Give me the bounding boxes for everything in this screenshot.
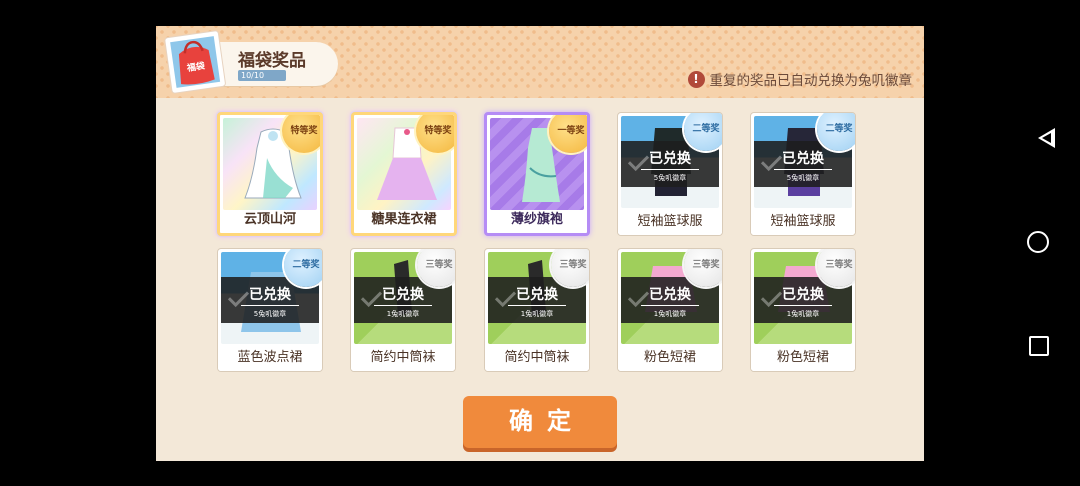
redeemed-detail: 5兔叽徽章 (786, 174, 820, 182)
redeemed-detail: 5兔叽徽章 (253, 310, 287, 318)
lucky-bag-icon: 福袋 (164, 30, 226, 94)
tier-badge: 一等奖 (549, 115, 587, 153)
prize-card[interactable]: 已兑换 1兔叽徽章 三等奖 简约中筒袜 (484, 248, 590, 372)
prize-card[interactable]: 已兑换 5兔叽徽章 二等奖 短袖篮球服 (750, 112, 856, 236)
prize-name: 糖果连衣裙 (371, 212, 437, 227)
redeemed-label: 已兑换 (641, 284, 699, 306)
prize-card[interactable]: 已兑换 5兔叽徽章 二等奖 短袖篮球服 (617, 112, 723, 236)
prize-name: 简约中筒袜 (351, 345, 455, 371)
redeemed-label: 已兑换 (641, 148, 699, 170)
recent-apps-icon[interactable] (1029, 336, 1049, 356)
prize-name: 粉色短裙 (618, 345, 722, 371)
redeemed-label: 已兑换 (774, 284, 832, 306)
progress-bar: 10/10 (238, 70, 286, 81)
prize-name: 短袖篮球服 (618, 209, 722, 235)
redeemed-label: 已兑换 (508, 284, 566, 306)
tier-badge: 特等奖 (416, 115, 454, 153)
redeemed-label: 已兑换 (774, 148, 832, 170)
notice-text: 重复的奖品已自动兑换为兔叽徽章 (709, 73, 913, 89)
redeemed-label: 已兑换 (374, 284, 432, 306)
prize-panel: 福袋奖品 10/10 福袋 ! 重复的奖品已自动兑换为兔叽徽章 特等奖 云顶山河 (156, 26, 924, 461)
prize-name: 蓝色波点裙 (218, 345, 322, 371)
home-icon[interactable] (1027, 231, 1049, 253)
android-nav-bar (1000, 0, 1080, 486)
redeemed-detail: 1兔叽徽章 (653, 310, 687, 318)
prize-card[interactable]: 特等奖 云顶山河 (217, 112, 323, 236)
redeemed-detail: 1兔叽徽章 (520, 310, 554, 318)
prize-name: 简约中筒袜 (485, 345, 589, 371)
prize-card[interactable]: 已兑换 1兔叽徽章 三等奖 粉色短裙 (617, 248, 723, 372)
prize-name: 短袖篮球服 (751, 209, 855, 235)
confirm-button[interactable]: 确定 (463, 396, 617, 448)
page-title: 福袋奖品 (238, 51, 306, 71)
prize-card[interactable]: 已兑换 5兔叽徽章 二等奖 蓝色波点裙 (217, 248, 323, 372)
prize-card[interactable]: 已兑换 1兔叽徽章 三等奖 粉色短裙 (750, 248, 856, 372)
prize-card[interactable]: 特等奖 糖果连衣裙 (351, 112, 457, 236)
prize-card[interactable]: 一等奖 薄纱旗袍 (484, 112, 590, 236)
exclamation-icon: ! (687, 70, 705, 88)
prize-name: 云顶山河 (243, 212, 296, 227)
redeemed-detail: 5兔叽徽章 (653, 174, 687, 182)
prize-card[interactable]: 已兑换 1兔叽徽章 三等奖 简约中筒袜 (350, 248, 456, 372)
redeemed-label: 已兑换 (241, 284, 299, 306)
back-icon-inner (1042, 133, 1051, 143)
progress-text: 10/10 (241, 71, 265, 80)
notice: ! 重复的奖品已自动兑换为兔叽徽章 (687, 69, 913, 89)
redeemed-detail: 1兔叽徽章 (386, 310, 420, 318)
header-scallop (156, 90, 924, 102)
redeemed-detail: 1兔叽徽章 (786, 310, 820, 318)
prize-name: 粉色短裙 (751, 345, 855, 371)
tier-badge: 特等奖 (282, 115, 320, 153)
prize-name: 薄纱旗袍 (510, 212, 563, 227)
